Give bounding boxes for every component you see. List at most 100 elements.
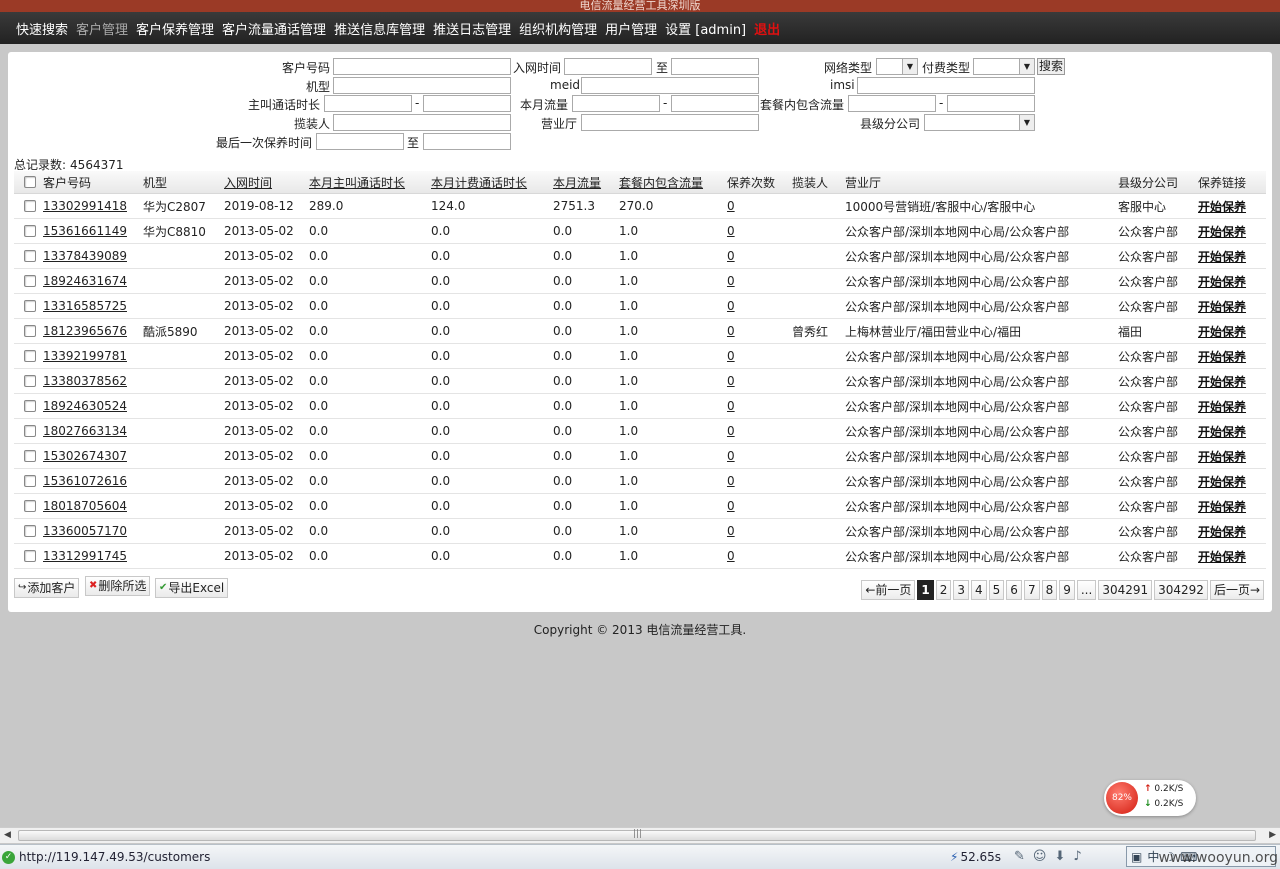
page-button[interactable]: 8 xyxy=(1041,580,1058,600)
start-maintain-link[interactable]: 开始保养 xyxy=(1198,248,1246,265)
scroll-left-icon[interactable]: ◀ xyxy=(4,830,11,840)
edit-icon[interactable]: ✎ xyxy=(1014,849,1025,864)
start-maintain-link[interactable]: 开始保养 xyxy=(1198,223,1246,240)
select-all-checkbox[interactable] xyxy=(24,176,36,188)
scroll-right-icon[interactable]: ▶ xyxy=(1269,830,1276,840)
maintain-count-link[interactable]: 0 xyxy=(727,199,735,213)
installer-input[interactable] xyxy=(333,114,511,131)
month-flow-to-input[interactable] xyxy=(671,95,759,112)
customer-no-link[interactable]: 15361072616 xyxy=(43,474,127,488)
header-join-time[interactable]: 入网时间 xyxy=(224,171,272,193)
start-maintain-link[interactable]: 开始保养 xyxy=(1198,373,1246,390)
network-type-select[interactable]: ▼ xyxy=(876,58,918,75)
row-checkbox[interactable] xyxy=(24,350,36,362)
package-flow-from-input[interactable] xyxy=(848,95,936,112)
customer-no-link[interactable]: 13380378562 xyxy=(43,374,127,388)
row-checkbox[interactable] xyxy=(24,450,36,462)
pay-type-select[interactable]: ▼ xyxy=(973,58,1035,75)
page-button[interactable]: 304291 xyxy=(1098,580,1153,600)
add-customer-button[interactable]: ↪ 添加客户 xyxy=(14,578,80,598)
maintain-count-link[interactable]: 0 xyxy=(727,549,735,563)
user-icon[interactable]: ☺ xyxy=(1033,849,1047,864)
customer-no-link[interactable]: 18924631674 xyxy=(43,274,127,288)
maintain-count-link[interactable]: 0 xyxy=(727,324,735,338)
customer-no-link[interactable]: 15302674307 xyxy=(43,449,127,463)
maintain-count-link[interactable]: 0 xyxy=(727,524,735,538)
row-checkbox[interactable] xyxy=(24,500,36,512)
customer-no-link[interactable]: 13360057170 xyxy=(43,524,127,538)
maintain-count-link[interactable]: 0 xyxy=(727,449,735,463)
month-flow-from-input[interactable] xyxy=(572,95,660,112)
logout-link[interactable]: 退出 xyxy=(754,19,780,38)
scrollbar-thumb[interactable]: ||| xyxy=(18,829,1256,841)
customer-no-input[interactable] xyxy=(333,58,511,75)
start-maintain-link[interactable]: 开始保养 xyxy=(1198,398,1246,415)
row-checkbox[interactable] xyxy=(24,275,36,287)
header-billing-duration[interactable]: 本月计费通话时长 xyxy=(431,171,527,193)
row-checkbox[interactable] xyxy=(24,300,36,312)
nav-item-flow-call[interactable]: 客户流量通话管理 xyxy=(222,19,326,38)
customer-no-link[interactable]: 15361661149 xyxy=(43,224,127,238)
hall-input[interactable] xyxy=(581,114,759,131)
nav-item-users[interactable]: 用户管理 xyxy=(605,19,657,38)
page-button[interactable]: 2 xyxy=(935,580,952,600)
customer-no-link[interactable]: 18123965676 xyxy=(43,324,127,338)
row-checkbox[interactable] xyxy=(24,425,36,437)
start-maintain-link[interactable]: 开始保养 xyxy=(1198,473,1246,490)
model-input[interactable] xyxy=(333,77,511,94)
package-flow-to-input[interactable] xyxy=(947,95,1035,112)
maintain-count-link[interactable]: 0 xyxy=(727,249,735,263)
maintain-count-link[interactable]: 0 xyxy=(727,224,735,238)
header-package-flow[interactable]: 套餐内包含流量 xyxy=(619,171,703,193)
start-maintain-link[interactable]: 开始保养 xyxy=(1198,323,1246,340)
prev-page-button[interactable]: ←前一页 xyxy=(861,580,916,600)
row-checkbox[interactable] xyxy=(24,250,36,262)
call-duration-from-input[interactable] xyxy=(324,95,412,112)
search-button[interactable]: 搜索 xyxy=(1037,58,1066,75)
last-maintain-from-input[interactable] xyxy=(316,133,404,150)
next-page-button[interactable]: 后一页→ xyxy=(1209,580,1264,600)
customer-no-link[interactable]: 13392199781 xyxy=(43,349,127,363)
row-checkbox[interactable] xyxy=(24,325,36,337)
customer-no-link[interactable]: 18018705604 xyxy=(43,499,127,513)
start-maintain-link[interactable]: 开始保养 xyxy=(1198,273,1246,290)
page-button[interactable]: 3 xyxy=(953,580,970,600)
start-maintain-link[interactable]: 开始保养 xyxy=(1198,523,1246,540)
nav-item-org[interactable]: 组织机构管理 xyxy=(519,19,597,38)
maintain-count-link[interactable]: 0 xyxy=(727,424,735,438)
nav-item-quick-search[interactable]: 快速搜索 xyxy=(16,19,68,38)
nav-item-maintenance[interactable]: 客户保养管理 xyxy=(136,19,214,38)
export-excel-button[interactable]: ✔ 导出Excel xyxy=(155,578,229,598)
network-monitor-widget[interactable]: 82% ↑ 0.2K/S ↓ 0.2K/S xyxy=(1104,780,1196,816)
maintain-count-link[interactable]: 0 xyxy=(727,349,735,363)
page-button[interactable]: 7 xyxy=(1023,580,1040,600)
row-checkbox[interactable] xyxy=(24,475,36,487)
delete-selected-button[interactable]: ✖ 删除所选 xyxy=(85,576,151,596)
join-time-to-input[interactable] xyxy=(671,58,759,75)
nav-item-settings[interactable]: 设置 [admin] xyxy=(665,19,746,38)
download-icon[interactable]: ⬇ xyxy=(1054,849,1065,864)
row-checkbox[interactable] xyxy=(24,525,36,537)
county-branch-select[interactable]: ▼ xyxy=(924,114,1035,131)
row-checkbox[interactable] xyxy=(24,400,36,412)
call-duration-to-input[interactable] xyxy=(423,95,511,112)
header-month-flow[interactable]: 本月流量 xyxy=(553,171,601,193)
speaker-icon[interactable]: ♪ xyxy=(1073,849,1081,864)
start-maintain-link[interactable]: 开始保养 xyxy=(1198,298,1246,315)
join-time-from-input[interactable] xyxy=(564,58,652,75)
start-maintain-link[interactable]: 开始保养 xyxy=(1198,423,1246,440)
row-checkbox[interactable] xyxy=(24,200,36,212)
page-button[interactable]: 304292 xyxy=(1154,580,1208,600)
customer-no-link[interactable]: 13312991745 xyxy=(43,549,127,563)
horizontal-scrollbar[interactable]: ◀ ||| ▶ xyxy=(0,827,1280,843)
last-maintain-to-input[interactable] xyxy=(423,133,511,150)
page-button[interactable]: 9 xyxy=(1059,580,1075,600)
customer-no-link[interactable]: 13378439089 xyxy=(43,249,127,263)
page-button[interactable]: 1 xyxy=(917,580,934,600)
maintain-count-link[interactable]: 0 xyxy=(727,374,735,388)
page-button[interactable]: 6 xyxy=(1006,580,1022,600)
start-maintain-link[interactable]: 开始保养 xyxy=(1198,348,1246,365)
row-checkbox[interactable] xyxy=(24,225,36,237)
start-maintain-link[interactable]: 开始保养 xyxy=(1198,548,1246,565)
customer-no-link[interactable]: 13316585725 xyxy=(43,299,127,313)
